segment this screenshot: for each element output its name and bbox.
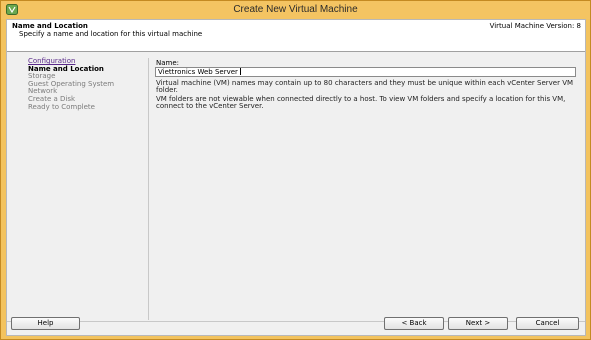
text-caret	[239, 68, 241, 75]
wizard-client-area: Name and Location Specify a name and loc…	[6, 19, 586, 336]
vm-folder-help-text: VM folders are not viewable when connect…	[156, 95, 566, 111]
window-title: Create New Virtual Machine	[233, 4, 358, 15]
next-button[interactable]: Next >	[448, 317, 508, 330]
name-field-label: Name:	[156, 59, 180, 67]
vm-name-help-text: Virtual machine (VM) names may contain u…	[156, 79, 574, 95]
step-subtitle: Specify a name and location for this vir…	[19, 30, 203, 38]
wizard-header: Name and Location Specify a name and loc…	[7, 20, 585, 52]
cancel-button[interactable]: Cancel	[516, 317, 579, 330]
vm-version-label: Virtual Machine Version: 8	[489, 22, 581, 30]
vm-name-input[interactable]: Viettronics Web Server	[155, 67, 576, 77]
nav-step-ready-to-complete: Ready to Complete	[28, 102, 95, 111]
step-content: Name: Viettronics Web Server Virtual mac…	[154, 58, 582, 320]
step-title: Name and Location	[12, 22, 88, 30]
wizard-steps-nav: Configuration Name and Location Storage …	[10, 57, 149, 320]
vm-name-value: Viettronics Web Server	[158, 68, 238, 76]
back-button[interactable]: < Back	[384, 317, 444, 330]
wizard-window: Create New Virtual Machine Name and Loca…	[0, 0, 591, 340]
help-button[interactable]: Help	[11, 317, 80, 330]
title-bar[interactable]: Create New Virtual Machine	[1, 1, 590, 19]
